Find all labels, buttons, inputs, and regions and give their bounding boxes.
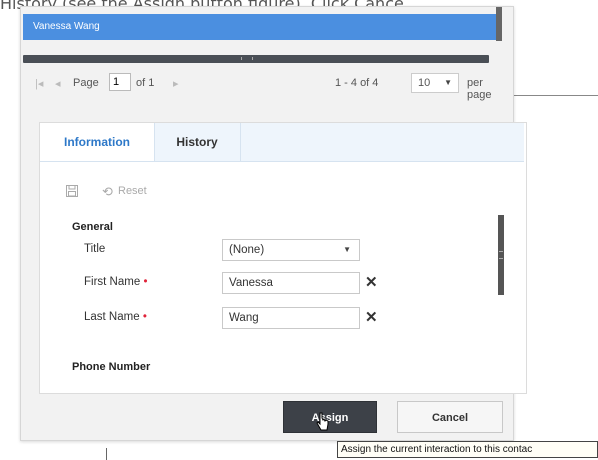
- page-number-input[interactable]: [109, 73, 131, 91]
- tooltip: Assign the current interaction to this c…: [337, 441, 598, 458]
- pointer-cursor-icon: [316, 412, 329, 431]
- reset-button[interactable]: Reset: [118, 185, 147, 197]
- field-label-first-name: First Name •: [84, 276, 148, 288]
- clear-last-name-icon[interactable]: ✕: [365, 308, 378, 326]
- tab-bar: Information History: [40, 123, 524, 162]
- clear-first-name-icon[interactable]: ✕: [365, 273, 378, 291]
- grid-vertical-scrollbar[interactable]: [496, 7, 502, 41]
- per-page-value: 10: [418, 77, 431, 89]
- last-name-field[interactable]: Wang: [222, 307, 360, 329]
- page-count-label: of 1: [136, 77, 155, 89]
- field-label-last-name: Last Name •: [84, 311, 147, 323]
- cancel-button[interactable]: Cancel: [397, 401, 503, 433]
- first-page-icon[interactable]: |◂: [35, 77, 43, 90]
- record-range: 1 - 4 of 4: [335, 77, 379, 89]
- required-marker: •: [142, 311, 147, 323]
- contact-details-panel: Information History ⟲ Reset General Titl…: [39, 122, 527, 394]
- pagination-bar: |◂ ◂ Page of 1 ▸ 1 - 4 of 4 10 ▼ per pag…: [35, 73, 505, 101]
- first-name-field[interactable]: Vanessa: [222, 272, 360, 294]
- chevron-down-icon: ▼: [343, 245, 351, 254]
- contact-dialog: Vanessa Wang |◂ ◂ Page of 1 ▸ 1 - 4 of 4…: [20, 6, 527, 441]
- title-select-value: (None): [229, 244, 265, 256]
- previous-page-icon[interactable]: ◂: [55, 77, 61, 90]
- scrollbar-grip[interactable]: [499, 251, 503, 259]
- tab-history[interactable]: History: [154, 123, 241, 161]
- next-page-icon[interactable]: ▸: [173, 77, 179, 90]
- title-select[interactable]: (None) ▼: [222, 239, 360, 261]
- form-vertical-scrollbar[interactable]: [498, 215, 504, 295]
- tab-information[interactable]: Information: [40, 123, 155, 161]
- background-divider: [512, 95, 598, 96]
- grid-horizontal-scrollbar[interactable]: [23, 55, 489, 63]
- page-label: Page: [73, 77, 99, 89]
- background-divider: [106, 448, 107, 460]
- table-row-selected[interactable]: Vanessa Wang: [23, 14, 499, 40]
- per-page-label: per page: [467, 77, 492, 101]
- per-page-select[interactable]: 10 ▼: [411, 73, 459, 93]
- floppy-disk-icon[interactable]: [66, 185, 78, 197]
- section-title-phone: Phone Number: [72, 361, 151, 373]
- required-marker: •: [143, 276, 148, 288]
- reset-icon[interactable]: ⟲: [102, 184, 113, 200]
- field-label-title: Title: [84, 243, 106, 255]
- section-title-general: General: [72, 221, 113, 233]
- scrollbar-grip[interactable]: [241, 57, 253, 60]
- chevron-down-icon: ▼: [444, 78, 452, 87]
